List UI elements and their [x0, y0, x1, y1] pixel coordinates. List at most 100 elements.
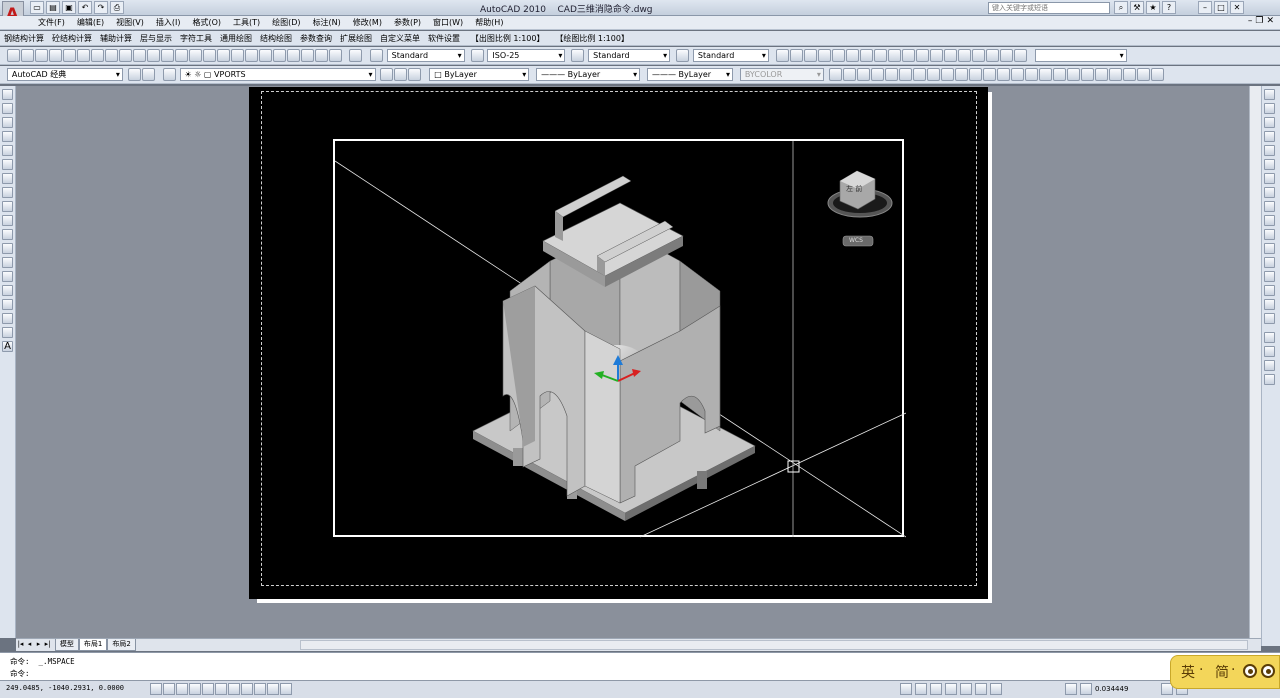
circle-icon[interactable] [2, 173, 13, 184]
qnew-icon[interactable] [6, 49, 20, 62]
linetype-select[interactable]: ——— ByLayer [536, 68, 641, 81]
loft-icon[interactable] [1010, 68, 1024, 81]
polygon-icon[interactable] [2, 131, 13, 142]
move-icon[interactable] [1264, 159, 1275, 170]
help-tb-icon[interactable] [348, 49, 362, 62]
layout-tab-2[interactable]: 布局2 [107, 639, 136, 651]
plugin-menu-2[interactable]: 辅助计算 [96, 31, 136, 46]
layer-previous-icon[interactable] [394, 68, 408, 81]
scale-icon[interactable] [1264, 187, 1275, 198]
ducs-icon[interactable] [241, 683, 253, 695]
copy-object-icon[interactable] [1264, 103, 1275, 114]
save-icon[interactable]: ▣ [62, 1, 76, 14]
mtext-icon[interactable]: A [2, 341, 13, 352]
markup-icon[interactable] [314, 49, 328, 62]
model-viewport[interactable]: 左 前 WCS [333, 139, 906, 538]
material-icon[interactable] [999, 49, 1013, 62]
calculator-icon[interactable] [328, 49, 342, 62]
draworder-above-icon[interactable] [1264, 360, 1275, 371]
draworder-back-icon[interactable] [1264, 346, 1275, 357]
zoom-previous-icon[interactable] [244, 49, 258, 62]
line-icon[interactable] [2, 89, 13, 100]
help-icon[interactable]: ? [1162, 1, 1176, 14]
quick-view-layouts-icon[interactable] [915, 683, 927, 695]
open-icon[interactable]: ▤ [46, 1, 60, 14]
intersect-icon[interactable] [1052, 68, 1066, 81]
revolve-icon[interactable] [996, 68, 1010, 81]
redo-icon[interactable]: ↷ [94, 1, 108, 14]
viewport-scale-icon[interactable] [1080, 683, 1092, 695]
walk-icon[interactable] [943, 49, 957, 62]
menu-item-2[interactable]: 视图(V) [110, 16, 150, 30]
help-search-input[interactable]: 键入关键字或短语 [988, 2, 1110, 14]
mleader-style-select[interactable]: Standard [692, 49, 769, 62]
zoom-window-icon[interactable] [230, 49, 244, 62]
planar-surface-icon[interactable] [940, 68, 954, 81]
new-icon[interactable]: ▭ [30, 1, 44, 14]
hatch-icon[interactable] [2, 285, 13, 296]
cone-icon[interactable] [856, 68, 870, 81]
array-3d-icon[interactable] [1108, 68, 1122, 81]
menu-item-5[interactable]: 工具(T) [227, 16, 266, 30]
lineweight-select[interactable]: ——— ByLayer [647, 68, 733, 81]
align-3d-icon[interactable] [1094, 68, 1108, 81]
plugin-menu-1[interactable]: 砼结构计算 [48, 31, 96, 46]
publish-icon[interactable] [76, 49, 90, 62]
minimize-icon[interactable]: – [1198, 1, 1212, 14]
vertical-scrollbar[interactable] [1249, 86, 1261, 638]
3d-dwf-icon[interactable] [90, 49, 104, 62]
menu-item-6[interactable]: 绘图(D) [266, 16, 306, 30]
cut-icon[interactable] [104, 49, 118, 62]
view-sw-icon[interactable] [859, 49, 873, 62]
view-nw-icon[interactable] [901, 49, 915, 62]
subtract-icon[interactable] [1038, 68, 1052, 81]
zoom-ext-icon[interactable] [1013, 49, 1027, 62]
extrude-icon[interactable] [954, 68, 968, 81]
grid-icon[interactable] [163, 683, 175, 695]
region-icon[interactable] [2, 313, 13, 324]
break-at-point-icon[interactable] [1264, 243, 1275, 254]
qp-icon[interactable] [280, 683, 292, 695]
ime-toolbar[interactable]: 英 · 简 · [1170, 655, 1280, 689]
polyline-icon[interactable] [2, 117, 13, 128]
tool-palettes-icon[interactable] [286, 49, 300, 62]
revcloud-icon[interactable] [2, 187, 13, 198]
layer-states-icon[interactable] [408, 68, 422, 81]
lweight-icon[interactable] [267, 683, 279, 695]
tab-next-icon[interactable]: ▸ [34, 639, 43, 650]
fly-icon[interactable] [957, 49, 971, 62]
undo-tb-icon[interactable] [174, 49, 188, 62]
zoom-realtime-icon[interactable] [216, 49, 230, 62]
presspull-icon[interactable] [968, 68, 982, 81]
view-top-icon[interactable] [775, 49, 789, 62]
menu-item-3[interactable]: 插入(I) [150, 16, 187, 30]
view-front-icon[interactable] [831, 49, 845, 62]
maximize-icon[interactable]: □ [1214, 1, 1228, 14]
workspace-select[interactable]: AutoCAD 经典 [6, 68, 123, 81]
sweep-icon[interactable] [982, 68, 996, 81]
mleader-style-icon[interactable] [676, 49, 689, 62]
point-icon[interactable] [2, 271, 13, 282]
copy-icon[interactable] [118, 49, 132, 62]
dim-style-icon[interactable] [470, 49, 484, 62]
favorites-icon[interactable]: ★ [1146, 1, 1160, 14]
orbit-icon[interactable] [929, 49, 943, 62]
menu-item-1[interactable]: 编辑(E) [71, 16, 110, 30]
menu-item-4[interactable]: 格式(O) [186, 16, 227, 30]
trim-icon[interactable] [1264, 215, 1275, 226]
sphere-icon[interactable] [870, 68, 884, 81]
tab-first-icon[interactable]: |◂ [16, 639, 25, 650]
draworder-front-icon[interactable] [1264, 332, 1275, 343]
section-icon[interactable] [1136, 68, 1150, 81]
plugin-menu-0[interactable]: 钢结构计算 [0, 31, 48, 46]
draworder-below-icon[interactable] [1264, 374, 1275, 385]
paper-space-icon[interactable] [900, 683, 912, 695]
ime-mode[interactable]: 简 [1215, 662, 1229, 682]
menu-item-0[interactable]: 文件(F) [32, 16, 71, 30]
pan-status-icon[interactable] [945, 683, 957, 695]
box-icon[interactable] [828, 68, 842, 81]
view-ne-icon[interactable] [887, 49, 901, 62]
open-file-icon[interactable] [20, 49, 34, 62]
paste-icon[interactable] [132, 49, 146, 62]
slice-icon[interactable] [1122, 68, 1136, 81]
